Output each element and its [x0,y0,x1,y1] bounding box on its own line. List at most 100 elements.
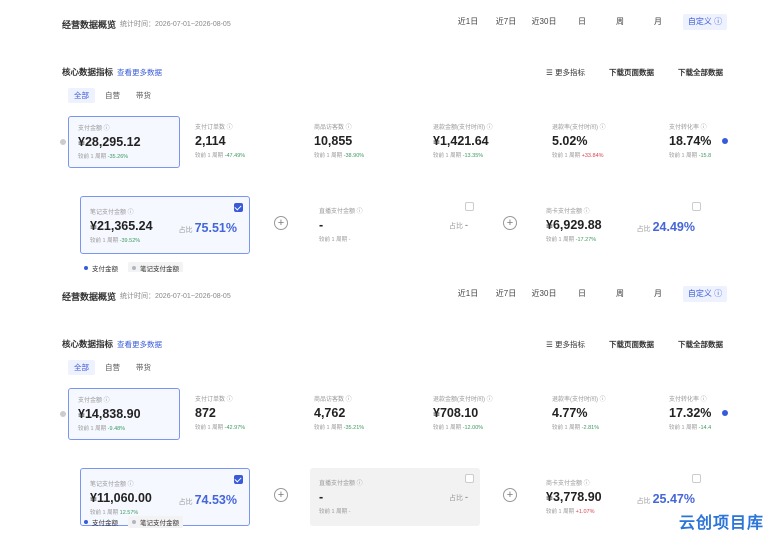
tab-all[interactable]: 全部 [68,88,95,103]
scroll-left-dot[interactable] [60,139,66,145]
breakdown-label: 直播支付金额 ⓘ [319,481,363,487]
metric-change: 较前 1 周期 -35.21% [314,425,365,431]
metric-value: 2,114 [195,134,226,148]
period-week[interactable]: 周 [601,14,639,30]
legend-item[interactable]: 笔记支付金额 [128,516,183,528]
breakdown-row: 笔记支付金额 ⓘ ¥21,365.24 较前 1 周期 -39.52% 占比 75… [80,196,720,254]
scroll-right-dot[interactable] [722,410,728,416]
metric-card-refund-rate[interactable]: 退款率(支付时间) ⓘ 5.02% 较前 1 周期 +33.84% [543,116,655,168]
breakdown-share: 占比 - [449,220,468,230]
download-page-button[interactable]: 下载页面数据 [609,67,654,78]
scroll-right-dot[interactable] [722,138,728,144]
metric-label: 支付订单数 ⓘ [195,397,233,403]
overview-title: 经营数据概览 [62,19,117,30]
metric-value: ¥14,838.90 [78,407,141,421]
period-30d[interactable]: 近30日 [525,286,563,302]
more-metrics-button[interactable]: ☰ 更多指标 [546,67,585,78]
date-range: 统计时间：2026-07-01~2026-08-05 [120,21,231,28]
metric-label: 支付金额 ⓘ [78,126,110,132]
period-day[interactable]: 日 [563,286,601,302]
metric-change: 较前 1 周期 -47.49% [195,153,246,159]
checkbox-checked[interactable] [234,203,243,212]
breakdown-card-product-card[interactable]: 商卡支付金额 ⓘ ¥6,929.88 较前 1 周期 -17.27% 占比 24.… [537,196,707,254]
breakdown-card-notes[interactable]: 笔记支付金额 ⓘ ¥21,365.24 较前 1 周期 -39.52% 占比 75… [80,196,250,254]
checkbox-unchecked[interactable] [692,474,701,483]
checkbox-unchecked[interactable] [465,202,474,211]
metric-label: 支付转化率 ⓘ [669,125,707,131]
period-7d[interactable]: 近7日 [487,14,525,30]
period-custom[interactable]: 自定义 ⓘ [683,286,727,302]
more-metrics-label: 更多指标 [555,67,585,77]
core-metrics-heading: 核心数据指标 查看更多数据 [62,334,162,354]
metric-value: ¥28,295.12 [78,135,141,149]
metric-card-visitors[interactable]: 商品访客数 ⓘ 4,762 较前 1 周期 -35.21% [305,388,417,440]
breakdown-label: 直播支付金额 ⓘ [319,209,363,215]
period-selector: 近1日 近7日 近30日 日 周 月 自定义 ⓘ [449,14,777,30]
period-month[interactable]: 月 [639,286,677,302]
metric-value: 18.74% [669,134,712,148]
tab-affiliate[interactable]: 带货 [130,88,157,103]
breakdown-label: 商卡支付金额 ⓘ [546,209,590,215]
plus-icon: + [503,488,517,502]
overview-panel-1: 经营数据概览 统计时间：2026-07-01~2026-08-05 近1日 近7… [0,0,777,274]
metric-card-conversion[interactable]: 支付转化率 ⓘ 17.32% 较前 1 周期 -14.4 [660,388,720,440]
metric-label: 商品访客数 ⓘ [314,125,352,131]
channel-tabs: 全部 自营 带货 [68,88,161,103]
plus-icon: + [503,216,517,230]
metric-card-visitors[interactable]: 商品访客数 ⓘ 10,855 较前 1 周期 -38.90% [305,116,417,168]
breakdown-card-live[interactable]: 直播支付金额 ⓘ - 较前 1 周期 - 占比 - [310,196,480,254]
breakdown-label: 笔记支付金额 ⓘ [90,482,134,488]
metric-card-payment[interactable]: 支付金额 ⓘ ¥28,295.12 较前 1 周期 -35.26% [68,116,180,168]
info-icon: ⓘ [714,289,723,298]
tab-all[interactable]: 全部 [68,360,95,375]
metric-change: 较前 1 周期 -13.35% [433,153,484,159]
checkbox-unchecked[interactable] [465,474,474,483]
section-title: 核心数据指标 [62,339,114,349]
metric-card-orders[interactable]: 支付订单数 ⓘ 872 较前 1 周期 -42.97% [186,388,298,440]
period-month[interactable]: 月 [639,14,677,30]
metric-label: 支付金额 ⓘ [78,398,110,404]
checkbox-unchecked[interactable] [692,202,701,211]
metric-value: ¥708.10 [433,406,479,420]
breakdown-share: 占比 - [449,492,468,502]
channel-tabs: 全部 自营 带货 [68,360,161,375]
breakdown-change: 较前 1 周期 - [319,509,351,515]
metric-card-conversion[interactable]: 支付转化率 ⓘ 18.74% 较前 1 周期 -15.8 [660,116,720,168]
metric-value: 4,762 [314,406,346,420]
download-page-button[interactable]: 下载页面数据 [609,339,654,350]
metric-card-refund-rate[interactable]: 退款率(支付时间) ⓘ 4.77% 较前 1 周期 -2.81% [543,388,655,440]
period-day[interactable]: 日 [563,14,601,30]
more-data-link[interactable]: 查看更多数据 [117,339,162,350]
metric-card-refund-amount[interactable]: 退款金额(支付时间) ⓘ ¥708.10 较前 1 周期 -12.00% [424,388,536,440]
legend-item[interactable]: 支付金额 [84,516,122,528]
more-metrics-button[interactable]: ☰ 更多指标 [546,339,585,350]
breakdown-change: 较前 1 周期 - [319,237,351,243]
metric-card-refund-amount[interactable]: 退款金额(支付时间) ⓘ ¥1,421.64 较前 1 周期 -13.35% [424,116,536,168]
period-week[interactable]: 周 [601,286,639,302]
metric-card-orders[interactable]: 支付订单数 ⓘ 2,114 较前 1 周期 -47.49% [186,116,298,168]
legend-dot [84,266,88,270]
period-1d[interactable]: 近1日 [449,14,487,30]
period-selector: 近1日 近7日 近30日 日 周 月 自定义 ⓘ [449,286,777,302]
metric-value: ¥1,421.64 [433,134,489,148]
checkbox-checked[interactable] [234,475,243,484]
period-7d[interactable]: 近7日 [487,286,525,302]
period-custom-label: 自定义 [687,17,712,26]
period-1d[interactable]: 近1日 [449,286,487,302]
chart-legend: 支付金额 笔记支付金额 [84,516,189,528]
download-all-button[interactable]: 下载全部数据 [678,67,723,78]
metric-card-payment[interactable]: 支付金额 ⓘ ¥14,838.90 较前 1 周期 -9.48% [68,388,180,440]
more-data-link[interactable]: 查看更多数据 [117,67,162,78]
tab-self-run[interactable]: 自营 [99,360,126,375]
breakdown-card-live[interactable]: 直播支付金额 ⓘ - 较前 1 周期 - 占比 - [310,468,480,526]
period-custom[interactable]: 自定义 ⓘ [683,14,727,30]
legend-dot [132,266,136,270]
period-30d[interactable]: 近30日 [525,14,563,30]
metric-change: 较前 1 周期 -38.90% [314,153,365,159]
scroll-left-dot[interactable] [60,411,66,417]
download-all-button[interactable]: 下载全部数据 [678,339,723,350]
tab-self-run[interactable]: 自营 [99,88,126,103]
overview-header: 经营数据概览 统计时间：2026-07-01~2026-08-05 近1日 近7… [62,14,777,34]
metric-label: 支付转化率 ⓘ [669,397,707,403]
tab-affiliate[interactable]: 带货 [130,360,157,375]
